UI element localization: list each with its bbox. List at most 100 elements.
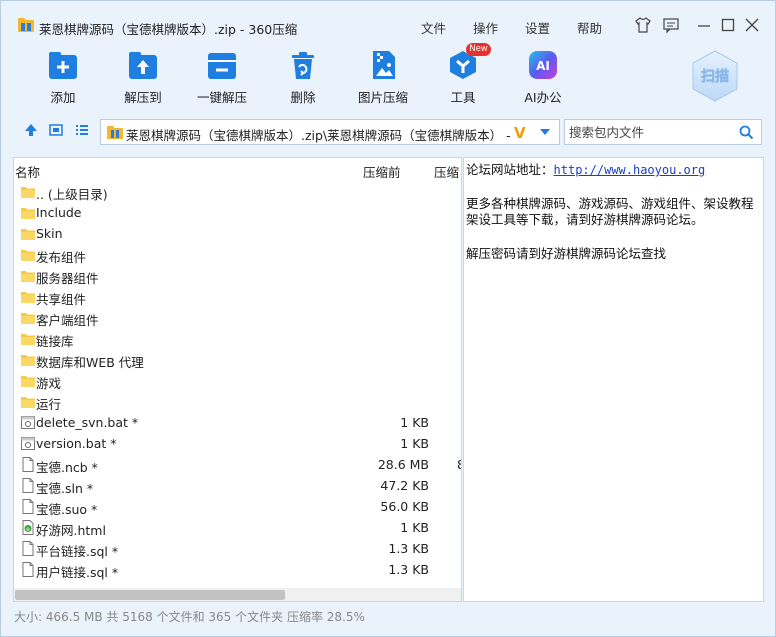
file-size: 28.6 MB [377, 457, 429, 472]
file-icon [20, 457, 36, 472]
file-name: Include [36, 205, 82, 220]
menu-operate[interactable]: 操作 [473, 18, 498, 37]
file-size: 1.3 KB [388, 562, 429, 577]
folder-icon [20, 247, 36, 262]
folder-icon [20, 184, 36, 199]
ai-office-icon: AI [529, 51, 557, 79]
file-row[interactable]: e 好游网.html 1 KB [14, 517, 461, 538]
file-icon [20, 541, 36, 556]
feedback-icon[interactable] [662, 16, 680, 34]
file-size: 1 KB [400, 436, 429, 451]
file-name: 运行 [36, 397, 62, 412]
image-compress-button[interactable]: 图片压缩 [353, 49, 413, 106]
tools-label: 工具 [450, 90, 476, 105]
file-row[interactable]: 宝德.suo * 56.0 KB [14, 496, 461, 517]
close-icon[interactable] [743, 16, 761, 34]
file-row[interactable]: 运行 [14, 391, 461, 412]
extract-to-button[interactable]: 解压到 [113, 49, 173, 106]
file-size: 1 KB [400, 415, 429, 430]
folder-icon [20, 289, 36, 304]
file-name: delete_svn.bat * [36, 415, 139, 430]
file-row[interactable]: 宝德.sln * 47.2 KB [14, 475, 461, 496]
folder-icon [20, 310, 36, 325]
app-logo-icon [18, 18, 34, 32]
file-row[interactable]: 客户端组件 [14, 307, 461, 328]
file-name: 共享组件 [36, 292, 87, 307]
file-row[interactable]: 发布组件 [14, 244, 461, 265]
file-name: 游戏 [36, 376, 62, 391]
file-size: 56.0 KB [380, 499, 429, 514]
site-link[interactable]: http://www.haoyou.org [554, 163, 706, 177]
thumbnail-view-icon[interactable] [48, 122, 64, 138]
file-compressed-size: 8 [457, 457, 461, 472]
file-row[interactable]: version.bat * 1 KB [14, 433, 461, 454]
address-path: 莱恩棋牌源码（宝德棋牌版本）.zip\莱恩棋牌源码（宝德棋牌版本） - 解 [126, 128, 511, 143]
one-click-extract-label: 一键解压 [196, 90, 247, 105]
up-arrow-icon[interactable] [23, 122, 39, 138]
scan-button[interactable]: 扫描 [688, 49, 742, 103]
horizontal-scrollbar[interactable] [14, 588, 461, 601]
extract-to-label: 解压到 [124, 90, 162, 105]
archive-comment-panel: 论坛网站地址：http://www.haoyou.org 更多各种棋牌源码、游戏… [463, 157, 764, 602]
scrollbar-thumb[interactable] [15, 590, 285, 600]
chevron-down-icon[interactable] [539, 128, 551, 136]
file-name: 平台链接.sql * [36, 544, 119, 559]
add-icon [49, 52, 77, 79]
tools-button[interactable]: 工具 [433, 49, 493, 106]
file-row[interactable]: 共享组件 [14, 286, 461, 307]
status-bar: 大小: 466.5 MB 共 5168 个文件和 365 个文件夹 压缩率 28… [14, 610, 365, 624]
batch-file-icon [20, 436, 36, 451]
file-name: 服务器组件 [36, 271, 99, 286]
comment-line-2: 架设工具等下载，请到好游棋牌源码论坛。 [466, 212, 704, 227]
file-list-panel: 名称 压缩前 压缩 .. (上级目录) Include Skin 发布组件服务器组件共… [13, 157, 462, 602]
folder-icon [20, 373, 36, 388]
column-size-before[interactable]: 压缩前 [363, 162, 401, 181]
file-name: 客户端组件 [36, 313, 99, 328]
folder-icon [20, 268, 36, 283]
folder-icon [20, 331, 36, 346]
file-row[interactable]: Include [14, 202, 461, 223]
search-input[interactable] [569, 124, 734, 141]
search-icon[interactable] [739, 125, 754, 140]
file-row[interactable]: .. (上级目录) [14, 181, 461, 202]
search-box[interactable] [564, 119, 762, 145]
file-row[interactable]: Skin [14, 223, 461, 244]
file-size: 1.3 KB [388, 541, 429, 556]
skin-tshirt-icon[interactable] [634, 16, 652, 34]
file-row[interactable]: 数据库和WEB 代理 [14, 349, 461, 370]
batch-file-icon [20, 415, 36, 430]
ai-office-button[interactable]: AI AI办公 [513, 49, 573, 106]
svg-text:e: e [26, 526, 30, 533]
minimize-icon[interactable] [695, 16, 713, 34]
ai-icon-text: AI [536, 59, 550, 73]
list-view-icon[interactable] [74, 122, 90, 138]
menu-settings[interactable]: 设置 [525, 18, 550, 37]
image-compress-label: 图片压缩 [357, 90, 408, 105]
one-click-extract-button[interactable]: 一键解压 [192, 49, 252, 106]
delete-button[interactable]: 删除 [273, 49, 333, 106]
add-label: 添加 [50, 90, 76, 105]
app-window: 莱恩棋牌源码（宝德棋牌版本）.zip - 360压缩 文件 操作 设置 帮助 添… [0, 0, 776, 637]
file-name: Skin [36, 226, 63, 241]
file-name: 宝德.suo * [36, 502, 98, 517]
file-icon [20, 499, 36, 514]
file-row[interactable]: 平台链接.sql * 1.3 KB [14, 538, 461, 559]
maximize-icon[interactable] [719, 16, 737, 34]
address-bar[interactable]: 莱恩棋牌源码（宝德棋牌版本）.zip\莱恩棋牌源码（宝德棋牌版本） - 解 V [100, 119, 560, 145]
one-click-extract-icon [208, 53, 236, 79]
delete-icon [292, 52, 314, 79]
new-badge-text: New [469, 44, 488, 54]
file-name: 好游网.html [36, 523, 106, 538]
file-row[interactable]: 宝德.ncb * 28.6 MB 8 [14, 454, 461, 475]
file-row[interactable]: 链接库 [14, 328, 461, 349]
menu-help[interactable]: 帮助 [577, 18, 602, 37]
file-row[interactable]: 服务器组件 [14, 265, 461, 286]
file-row[interactable]: 游戏 [14, 370, 461, 391]
column-name[interactable]: 名称 [15, 162, 40, 181]
file-name: 宝德.sln * [36, 481, 94, 496]
column-size-after[interactable]: 压缩 [434, 162, 459, 181]
file-row[interactable]: delete_svn.bat * 1 KB [14, 412, 461, 433]
menu-file[interactable]: 文件 [421, 18, 446, 37]
file-row[interactable]: 用户链接.sql * 1.3 KB [14, 559, 461, 580]
add-button[interactable]: 添加 [33, 49, 93, 106]
